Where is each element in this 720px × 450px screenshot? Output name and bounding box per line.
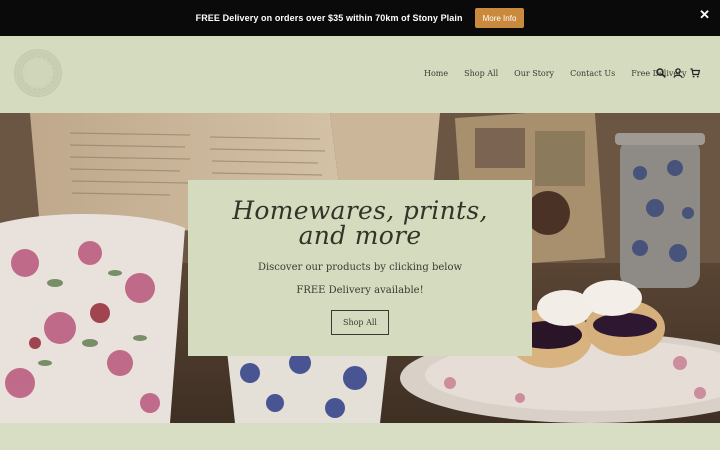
nav-item-home[interactable]: Home [424, 69, 448, 78]
main-nav: Home Shop All Our Story Contact Us Free … [424, 69, 687, 78]
account-icon[interactable] [673, 68, 683, 78]
announcement-bar: FREE Delivery on orders over $35 within … [0, 0, 720, 36]
hero-delivery-note: FREE Delivery available! [296, 285, 424, 296]
more-info-button[interactable]: More Info [474, 8, 525, 28]
shop-all-button[interactable]: Shop All [330, 310, 389, 335]
hero-card: Homewares, prints, and more Discover our… [188, 180, 532, 356]
header-icons [656, 68, 700, 78]
announcement-message: FREE Delivery on orders over $35 within … [195, 13, 463, 23]
site-header: Home Shop All Our Story Contact Us Free … [0, 36, 720, 113]
nav-item-shop-all[interactable]: Shop All [464, 69, 498, 78]
below-fold-section [0, 423, 720, 450]
nav-item-our-story[interactable]: Our Story [514, 69, 554, 78]
hero-title: Homewares, prints, and more [232, 196, 488, 250]
hero-banner: Homewares, prints, and more Discover our… [0, 113, 720, 423]
close-icon[interactable]: ✕ [699, 8, 710, 21]
store-logo[interactable] [14, 49, 62, 97]
nav-item-contact-us[interactable]: Contact Us [570, 69, 615, 78]
search-icon[interactable] [656, 68, 666, 78]
logo-ring [21, 56, 55, 90]
hero-subtitle: Discover our products by clicking below [257, 262, 463, 273]
cart-icon[interactable] [690, 68, 700, 78]
